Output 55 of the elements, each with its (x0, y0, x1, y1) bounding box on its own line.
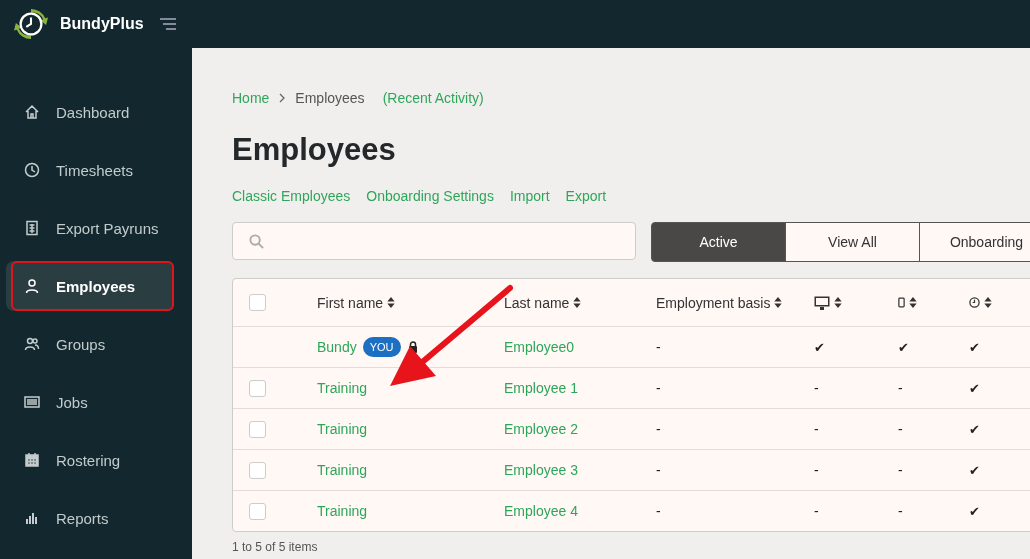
table-cell: - (656, 339, 661, 355)
nav-item[interactable]: Timesheets (0, 141, 192, 199)
action-link[interactable]: Export (565, 188, 607, 204)
table-cell: - (814, 503, 819, 519)
breadcrumb-link[interactable]: Home (232, 90, 270, 106)
nav-item[interactable]: Groups (0, 315, 192, 373)
action-link[interactable]: Import (509, 188, 550, 204)
nav-item[interactable]: Export Payruns (0, 199, 192, 257)
column-header[interactable]: First name (317, 294, 384, 311)
you-badge: YOU (362, 337, 401, 357)
last-name-link[interactable]: Employee 3 (504, 462, 578, 478)
action-link[interactable]: Onboarding Settings (366, 188, 494, 204)
table-cell: ✔ (969, 462, 980, 478)
first-name-link[interactable]: Bundy (317, 339, 357, 355)
first-name-link[interactable]: Training (317, 421, 368, 437)
table-cell: - (898, 380, 903, 396)
filter-tab[interactable]: Onboarding (919, 222, 1030, 262)
action-link[interactable]: Classic Employees (232, 188, 351, 204)
table-cell: - (814, 421, 819, 437)
last-name-link[interactable]: Employee 4 (504, 503, 578, 519)
table-cell: - (656, 421, 661, 437)
table-cell: - (898, 421, 903, 437)
nav-item[interactable]: Dashboard (0, 83, 192, 141)
nav-item[interactable]: Employees (6, 261, 174, 311)
table-cell: - (814, 462, 819, 478)
table-cell: ✔ (898, 339, 909, 355)
filter-tab[interactable]: Active (651, 222, 786, 262)
table-cell: - (898, 503, 903, 519)
page-title: Employees (232, 132, 397, 168)
first-name-link[interactable]: Training (317, 380, 368, 396)
app-name: BundyPlus (60, 15, 144, 33)
nav-item[interactable]: Reports (0, 489, 192, 547)
table-cell: ✔ (814, 339, 825, 355)
pagination-summary: 1 to 5 of 5 items (232, 540, 319, 554)
table-cell: ✔ (969, 380, 980, 396)
table-cell: - (656, 503, 661, 519)
nav-item[interactable]: Rostering (0, 431, 192, 489)
nav-item[interactable]: Jobs (0, 373, 192, 431)
filter-tab[interactable]: View All (785, 222, 920, 262)
last-name-link[interactable]: Employee 2 (504, 421, 578, 437)
table-cell: - (656, 462, 661, 478)
table-cell: ✔ (969, 339, 980, 355)
recent-activity-link[interactable]: (Recent Activity) (382, 90, 484, 106)
last-name-link[interactable]: Employee0 (504, 339, 575, 355)
column-header[interactable]: Last name (504, 294, 570, 311)
table-cell: - (656, 380, 661, 396)
table-cell: - (898, 462, 903, 478)
last-name-link[interactable]: Employee 1 (504, 380, 578, 396)
first-name-link[interactable]: Training (317, 503, 368, 519)
table-cell: ✔ (969, 421, 980, 437)
column-header[interactable]: Employment basis (656, 294, 771, 311)
table-cell: - (814, 380, 819, 396)
breadcrumb-current: Employees (295, 90, 365, 106)
table-cell: ✔ (969, 503, 980, 519)
first-name-link[interactable]: Training (317, 462, 368, 478)
